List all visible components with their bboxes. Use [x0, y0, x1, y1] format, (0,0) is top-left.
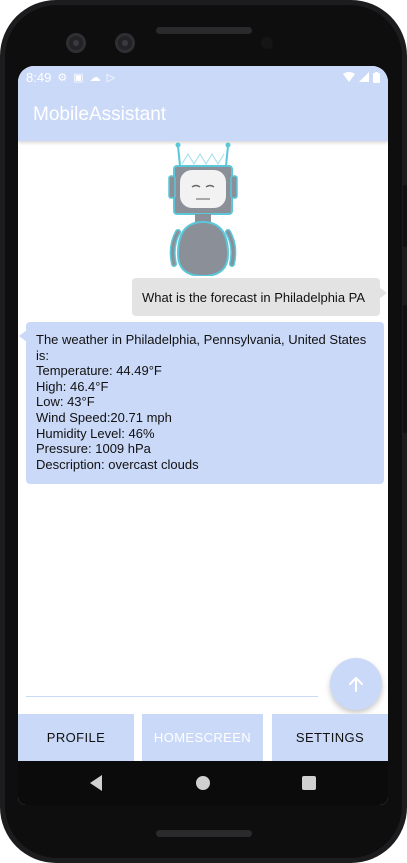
app-title: MobileAssistant [33, 103, 167, 125]
power-button [403, 305, 407, 433]
front-camera-icon [66, 33, 86, 53]
bot-response-line: Description: overcast clouds [36, 456, 199, 472]
send-button[interactable] [330, 658, 382, 710]
bot-response-line: Wind Speed:20.71 mph [36, 409, 172, 425]
bot-response-line: Humidity Level: 46% [36, 425, 155, 441]
play-store-icon: ▷ [106, 71, 116, 84]
earpiece-speaker [156, 27, 252, 34]
home-circle-icon[interactable] [196, 776, 210, 790]
user-message-text: What is the forecast in Philadelphia PA [142, 289, 366, 305]
image-notification-icon: ▣ [73, 71, 84, 84]
bot-response-line: is: [36, 347, 49, 363]
bot-response-line: The weather in Philadelphia, Pennsylvani… [36, 332, 367, 347]
arrow-up-icon [349, 677, 363, 692]
app-bar: MobileAssistant [18, 88, 388, 141]
bot-response-line: High: 46.4°F [36, 378, 109, 394]
status-time: 8:49 [26, 69, 52, 85]
app-screen: 8:49 ⚙ ▣ ☁ ▷ MobileAssistant What is the… [18, 66, 388, 805]
phone-frame: 8:49 ⚙ ▣ ☁ ▷ MobileAssistant What is the… [0, 0, 407, 863]
homescreen-button[interactable]: HOMESCREEN [142, 714, 263, 761]
settings-button[interactable]: SETTINGS [272, 714, 388, 761]
volume-button [403, 185, 407, 247]
user-message-bubble: What is the forecast in Philadelphia PA [132, 278, 387, 316]
bot-response-line: Pressure: 1009 hPa [36, 441, 151, 457]
bot-response-line: Temperature: 44.49°F [36, 363, 162, 379]
status-bar: 8:49 ⚙ ▣ ☁ ▷ [18, 66, 388, 88]
message-input[interactable] [26, 696, 318, 697]
system-nav-bar [18, 761, 388, 805]
recents-square-icon[interactable] [302, 776, 316, 790]
bot-response-bubble: The weather in Philadelphia, Pennsylvani… [19, 322, 384, 484]
battery-icon [373, 71, 380, 83]
status-indicators [343, 71, 380, 83]
proximity-sensor [261, 37, 273, 49]
settings-gear-icon: ⚙ [57, 71, 68, 84]
back-triangle-icon[interactable] [90, 775, 102, 791]
front-camera-icon [115, 33, 135, 53]
bot-response-line: Low: 43°F [36, 394, 95, 410]
bottom-speaker [156, 830, 252, 837]
cloud-icon: ☁ [89, 71, 101, 84]
profile-button[interactable]: PROFILE [18, 714, 134, 761]
robot-avatar-icon [168, 142, 238, 276]
wifi-icon [343, 72, 355, 82]
signal-icon [359, 72, 369, 82]
